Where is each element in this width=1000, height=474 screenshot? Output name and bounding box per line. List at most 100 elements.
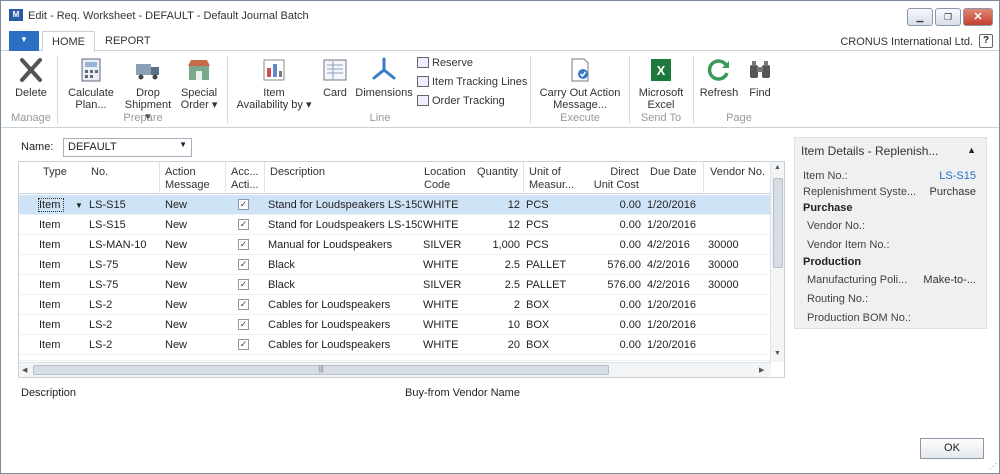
cell-description[interactable]: Cables for Loudspeakers [268, 299, 422, 311]
ok-button[interactable]: OK [920, 438, 984, 459]
microsoft-excel-button[interactable]: X Microsoft Excel [635, 56, 687, 111]
cell-cost[interactable]: 0.00 [585, 199, 641, 211]
cell-quantity[interactable]: 2 [474, 299, 520, 311]
cell-location[interactable]: SILVER [423, 239, 473, 251]
cell-description[interactable]: Stand for Loudspeakers LS-150 [268, 199, 422, 211]
cell-uom[interactable]: PALLET [526, 279, 584, 291]
scroll-right-icon[interactable]: ▶ [759, 366, 764, 374]
accept-checkbox[interactable]: ✓ [238, 319, 249, 330]
cell-location[interactable]: WHITE [423, 259, 473, 271]
table-row[interactable]: Item LS-2 New Cables for Loudspeakers WHITE 2… [19, 335, 771, 355]
cell-type[interactable]: Item [39, 239, 83, 251]
cell-cost[interactable]: 0.00 [585, 239, 641, 251]
card-button[interactable]: Card [318, 56, 352, 99]
cell-description[interactable]: Black [268, 259, 422, 271]
cell-quantity[interactable]: 1,000 [474, 239, 520, 251]
tab-report[interactable]: REPORT [105, 35, 151, 47]
factbox-title[interactable]: Item Details - Replenish... [801, 144, 938, 158]
table-row[interactable]: Item LS-S15 New Stand for Loudspeakers LS-1… [19, 195, 771, 215]
calculate-plan-button[interactable]: Calculate Plan... [63, 56, 119, 111]
table-row[interactable]: Item LS-75 New Black SILVER 2.5 PALLET 576.00 4/… [19, 275, 771, 295]
cell-uom[interactable]: PCS [526, 239, 584, 251]
accept-checkbox[interactable]: ✓ [238, 199, 249, 210]
cell-action[interactable]: New [165, 339, 223, 351]
cell-quantity[interactable]: 12 [474, 219, 520, 231]
cell-quantity[interactable]: 20 [474, 339, 520, 351]
cell-no[interactable]: LS-MAN-10 [89, 239, 157, 251]
accept-checkbox[interactable]: ✓ [238, 299, 249, 310]
order-tracking-button[interactable]: Order Tracking [417, 94, 505, 108]
cell-quantity[interactable]: 2.5 [474, 279, 520, 291]
table-row[interactable]: Item LS-MAN-10 New Manual for Loudspeakers S… [19, 235, 771, 255]
col-header-unit-of-measure[interactable]: Unit of Measur... [529, 166, 574, 192]
col-header-description[interactable]: Description [270, 166, 325, 179]
cell-due[interactable]: 1/20/2016 [647, 219, 703, 231]
cell-quantity[interactable]: 2.5 [474, 259, 520, 271]
scroll-left-icon[interactable]: ◀ [22, 366, 27, 374]
cell-action[interactable]: New [165, 239, 223, 251]
cell-no[interactable]: LS-S15 [89, 199, 157, 211]
special-order-button[interactable]: Special Order ▾ [177, 56, 221, 111]
cell-uom[interactable]: PCS [526, 219, 584, 231]
cell-due[interactable]: 1/20/2016 [647, 319, 703, 331]
delete-button[interactable]: Delete [11, 56, 51, 99]
cell-type[interactable]: Item [39, 339, 83, 351]
cell-no[interactable]: LS-S15 [89, 219, 157, 231]
cell-location[interactable]: WHITE [423, 319, 473, 331]
cell-location[interactable]: WHITE [423, 299, 473, 311]
dimensions-button[interactable]: Dimensions [355, 56, 413, 99]
cell-type[interactable]: Item [39, 219, 83, 231]
cell-description[interactable]: Black [268, 279, 422, 291]
table-row[interactable]: Item LS-S15 New Stand for Loudspeakers LS-1… [19, 215, 771, 235]
cell-uom[interactable]: BOX [526, 339, 584, 351]
cell-description[interactable]: Manual for Loudspeakers [268, 239, 422, 251]
table-row[interactable]: Item LS-2 New Cables for Loudspeakers WHITE 2… [19, 295, 771, 315]
cell-description[interactable]: Cables for Loudspeakers [268, 319, 422, 331]
scroll-up-icon[interactable]: ▲ [774, 164, 781, 171]
cell-no[interactable]: LS-75 [89, 259, 157, 271]
application-menu-button[interactable]: ▼ [9, 31, 39, 51]
cell-description[interactable]: Stand for Loudspeakers LS-150 [268, 219, 422, 231]
cell-action[interactable]: New [165, 319, 223, 331]
cell-uom[interactable]: BOX [526, 319, 584, 331]
accept-checkbox[interactable]: ✓ [238, 339, 249, 350]
find-button[interactable]: Find [743, 56, 777, 99]
col-header-due-date[interactable]: Due Date [650, 166, 696, 179]
cell-type[interactable]: Item [39, 299, 83, 311]
minimize-button[interactable]: ▁ [907, 8, 933, 26]
cell-uom[interactable]: BOX [526, 299, 584, 311]
col-header-no[interactable]: No. [91, 166, 108, 179]
type-dropdown-icon[interactable]: ▼ [75, 201, 83, 210]
cell-cost[interactable]: 0.00 [585, 339, 641, 351]
cell-no[interactable]: LS-2 [89, 339, 157, 351]
cell-vendor[interactable]: 30000 [708, 259, 764, 271]
cell-due[interactable]: 4/2/2016 [647, 279, 703, 291]
scroll-down-icon[interactable]: ▼ [774, 350, 781, 357]
cell-type[interactable]: Item [39, 319, 83, 331]
cell-type[interactable]: Item [39, 279, 83, 291]
cell-no[interactable]: LS-75 [89, 279, 157, 291]
reserve-button[interactable]: Reserve [417, 56, 473, 70]
cell-cost[interactable]: 0.00 [585, 319, 641, 331]
vertical-scrollbar[interactable]: ▲ ▼ [770, 162, 784, 362]
accept-checkbox[interactable]: ✓ [238, 259, 249, 270]
cell-action[interactable]: New [165, 219, 223, 231]
col-header-direct-unit-cost[interactable]: Direct Unit Cost [589, 166, 639, 192]
table-row[interactable]: Item LS-2 New Cables for Loudspeakers WHITE 1… [19, 315, 771, 335]
carry-out-action-button[interactable]: Carry Out Action Message... [537, 56, 623, 111]
cell-quantity[interactable]: 12 [474, 199, 520, 211]
vertical-scroll-thumb[interactable] [773, 178, 783, 268]
cell-uom[interactable]: PCS [526, 199, 584, 211]
cell-action[interactable]: New [165, 199, 223, 211]
cell-type[interactable]: Item [39, 259, 83, 271]
col-header-type[interactable]: Type [43, 166, 67, 179]
cell-vendor[interactable]: 30000 [708, 239, 764, 251]
cell-action[interactable]: New [165, 279, 223, 291]
horizontal-scroll-thumb[interactable]: ||| [33, 365, 609, 375]
table-row[interactable]: Item LS-75 New Black WHITE 2.5 PALLET 576.00 4/2… [19, 255, 771, 275]
cell-action[interactable]: New [165, 299, 223, 311]
close-button[interactable]: ✕ [963, 8, 993, 26]
cell-location[interactable]: WHITE [423, 339, 473, 351]
item-availability-button[interactable]: Item Availability by ▾ [235, 56, 313, 111]
accept-checkbox[interactable]: ✓ [238, 239, 249, 250]
